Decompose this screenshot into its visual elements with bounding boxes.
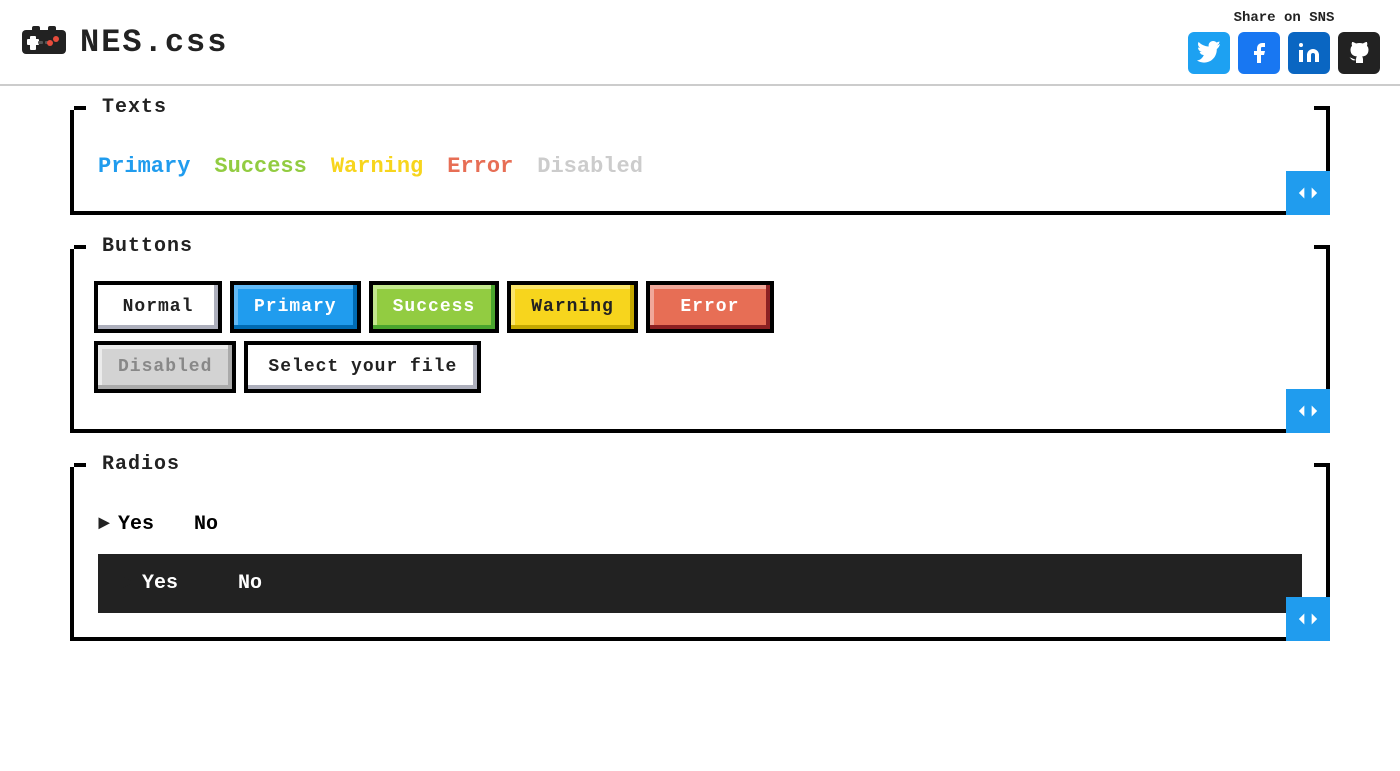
linkedin-icon[interactable] <box>1288 32 1330 74</box>
logo-area: NES.css <box>20 22 228 62</box>
buttons-panel-title-wrapper: Buttons <box>94 235 201 258</box>
nes-controller-icon <box>20 22 68 62</box>
sns-label: Share on SNS <box>1234 10 1335 26</box>
text-success: Success <box>214 154 306 179</box>
radio-yes-dark[interactable]: ► Yes <box>122 572 178 595</box>
btn-warning[interactable]: Warning <box>511 285 634 329</box>
text-warning: Warning <box>331 154 423 179</box>
radios-dark-row: ► Yes No <box>98 554 1302 613</box>
buttons-panel-content: Normal Primary Success Warning Error Dis… <box>98 285 1302 389</box>
btn-normal[interactable]: Normal <box>98 285 218 329</box>
logo-title: NES.css <box>80 24 228 61</box>
text-primary: Primary <box>98 154 190 179</box>
radio-no-light[interactable]: No <box>194 513 218 536</box>
radios-panel-content: ► Yes No ► Yes No <box>98 503 1302 613</box>
code-icon-2 <box>1297 400 1319 422</box>
buttons-panel-title: Buttons <box>102 235 193 258</box>
text-error: Error <box>447 154 513 179</box>
btn-primary[interactable]: Primary <box>234 285 357 329</box>
radios-light-row: ► Yes No <box>98 503 1302 546</box>
texts-panel-content: Primary Success Warning Error Disabled <box>98 146 1302 187</box>
buttons-row-1: Normal Primary Success Warning Error <box>98 285 1302 329</box>
radios-code-button[interactable] <box>1286 597 1330 641</box>
texts-panel-title: Texts <box>102 96 167 119</box>
radio-yes-label: Yes <box>118 513 154 536</box>
sns-area: Share on SNS <box>1188 10 1380 74</box>
buttons-panel: Buttons Normal Primary Success Warning E… <box>70 245 1330 433</box>
facebook-icon[interactable] <box>1238 32 1280 74</box>
radio-yes-dark-indicator: ► <box>122 572 134 595</box>
radio-no-dark[interactable]: No <box>238 572 262 595</box>
texts-panel: Texts Primary Success Warning Error Disa… <box>70 106 1330 215</box>
buttons-code-button[interactable] <box>1286 389 1330 433</box>
code-icon <box>1297 182 1319 204</box>
radios-panel-title: Radios <box>102 453 180 476</box>
github-icon[interactable] <box>1338 32 1380 74</box>
sns-icons-row <box>1188 32 1380 74</box>
radio-yes-indicator: ► <box>98 513 110 536</box>
radios-panel-title-wrapper: Radios <box>94 453 188 476</box>
header: NES.css Share on SNS <box>0 0 1400 86</box>
btn-disabled: Disabled <box>98 345 232 389</box>
btn-file[interactable]: Select your file <box>248 345 477 389</box>
texts-code-button[interactable] <box>1286 171 1330 215</box>
twitter-icon[interactable] <box>1188 32 1230 74</box>
btn-error[interactable]: Error <box>650 285 770 329</box>
texts-panel-title-wrapper: Texts <box>94 96 175 119</box>
texts-row: Primary Success Warning Error Disabled <box>98 146 1302 187</box>
radio-no-label: No <box>194 513 218 536</box>
code-icon-3 <box>1297 608 1319 630</box>
text-disabled: Disabled <box>537 154 643 179</box>
radio-yes-light[interactable]: ► Yes <box>98 513 154 536</box>
buttons-row-2: Disabled Select your file <box>98 345 1302 389</box>
radio-yes-dark-label: Yes <box>142 572 178 595</box>
main-content: Texts Primary Success Warning Error Disa… <box>0 86 1400 691</box>
radios-panel: Radios ► Yes No ► Yes No <box>70 463 1330 641</box>
radio-no-dark-label: No <box>238 572 262 595</box>
btn-success[interactable]: Success <box>373 285 496 329</box>
